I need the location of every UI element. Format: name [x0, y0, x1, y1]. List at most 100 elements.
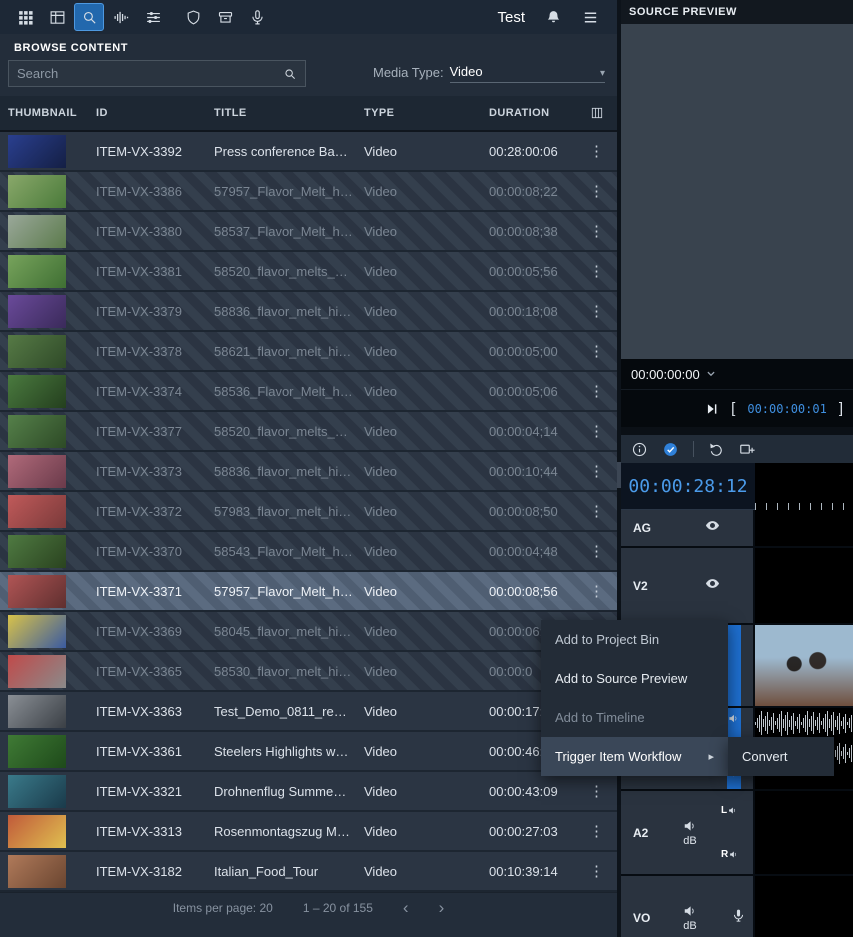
- row-kebab-menu-icon[interactable]: ⋮: [589, 264, 604, 279]
- layout-columns-icon[interactable]: [42, 3, 72, 31]
- table-row[interactable]: ITEM-VX-3370 58543_Flavor_Melt_h… Video …: [0, 532, 617, 572]
- user-label[interactable]: Test: [497, 9, 525, 26]
- db-label: dB: [683, 835, 696, 847]
- search-input[interactable]: [17, 66, 283, 81]
- hamburger-menu-icon[interactable]: [582, 9, 599, 26]
- media-type-label: Media Type:: [373, 65, 444, 83]
- add-clip-icon[interactable]: [739, 441, 756, 458]
- table-row[interactable]: ITEM-VX-3321 Drohnenflug Summe… Video 00…: [0, 772, 617, 812]
- table-row[interactable]: ITEM-VX-3363 Test_Demo_0811_re… Video 00…: [0, 692, 617, 732]
- track-header[interactable]: AG: [621, 510, 755, 546]
- info-icon[interactable]: [631, 441, 648, 458]
- row-kebab-menu-icon[interactable]: ⋮: [589, 184, 604, 199]
- table-row[interactable]: ITEM-VX-3373 58836_flavor_melt_hi… Video…: [0, 452, 617, 492]
- column-header-id[interactable]: ID: [88, 107, 206, 119]
- row-kebab-menu-icon[interactable]: ⋮: [589, 584, 604, 599]
- table-row[interactable]: ITEM-VX-3381 58520_flavor_melts_… Video …: [0, 252, 617, 292]
- cell-type: Video: [356, 144, 481, 159]
- table-row[interactable]: ITEM-VX-3371 57957_Flavor_Melt_h… Video …: [0, 572, 617, 612]
- row-kebab-menu-icon[interactable]: ⋮: [589, 344, 604, 359]
- track-content[interactable]: [755, 625, 853, 706]
- thumbnail: [8, 175, 66, 208]
- timeline-timecode[interactable]: 00:00:28:12: [621, 463, 755, 510]
- microphone-icon[interactable]: [731, 908, 746, 928]
- table-header: THUMBNAIL ID TITLE TYPE DURATION: [0, 96, 617, 132]
- menu-item[interactable]: Add to Project Bin: [541, 620, 728, 659]
- column-header-duration[interactable]: DURATION: [481, 107, 576, 119]
- row-kebab-menu-icon[interactable]: ⋮: [589, 504, 604, 519]
- column-header-thumbnail[interactable]: THUMBNAIL: [0, 107, 88, 119]
- column-header-type[interactable]: TYPE: [356, 107, 481, 119]
- track-content[interactable]: [755, 548, 853, 623]
- row-kebab-menu-icon[interactable]: ⋮: [589, 464, 604, 479]
- selection-strip: [727, 625, 741, 706]
- menu-item[interactable]: Add to Source Preview: [541, 659, 728, 698]
- thumbnail: [8, 575, 66, 608]
- track-content[interactable]: [755, 876, 853, 937]
- source-timecode-row[interactable]: 00:00:00:00: [621, 359, 853, 389]
- table-row[interactable]: ITEM-VX-3379 58836_flavor_melt_hi… Video…: [0, 292, 617, 332]
- notifications-bell-icon[interactable]: [545, 9, 562, 26]
- menu-item[interactable]: Add to Timeline: [541, 698, 728, 737]
- undo-icon[interactable]: [708, 441, 725, 458]
- speaker-icon[interactable]: dB: [683, 819, 697, 847]
- table-row[interactable]: ITEM-VX-3372 57983_flavor_melt_hi… Video…: [0, 492, 617, 532]
- table-row[interactable]: ITEM-VX-3182 Italian_Food_Tour Video 00:…: [0, 852, 617, 892]
- step-forward-icon[interactable]: [705, 402, 719, 416]
- waveform-icon[interactable]: [106, 3, 136, 31]
- thumbnail: [8, 775, 66, 808]
- row-kebab-menu-icon[interactable]: ⋮: [589, 784, 604, 799]
- mark-in-icon[interactable]: [: [731, 400, 735, 417]
- table-row[interactable]: ITEM-VX-3386 57957_Flavor_Melt_h… Video …: [0, 172, 617, 212]
- menu-item[interactable]: Trigger Item Workflow▸: [541, 737, 728, 776]
- table-row[interactable]: ITEM-VX-3365 58530_flavor_melt_hi… Video…: [0, 652, 617, 692]
- table-row[interactable]: ITEM-VX-3361 Steelers Highlights w… Vide…: [0, 732, 617, 772]
- media-type-select[interactable]: Video ▾: [450, 64, 605, 83]
- row-kebab-menu-icon[interactable]: ⋮: [589, 384, 604, 399]
- microphone-icon[interactable]: [242, 3, 272, 31]
- row-kebab-menu-icon[interactable]: ⋮: [589, 544, 604, 559]
- submenu-item[interactable]: Convert: [728, 737, 834, 776]
- column-picker-icon[interactable]: [576, 106, 617, 120]
- items-per-page[interactable]: Items per page: 20: [173, 901, 273, 915]
- track-header[interactable]: VOdB: [621, 876, 755, 937]
- table-row[interactable]: ITEM-VX-3378 58621_flavor_melt_hi… Video…: [0, 332, 617, 372]
- eye-icon[interactable]: [705, 518, 720, 538]
- top-toolbar: Test: [0, 0, 617, 34]
- track-header[interactable]: A2dBLR: [621, 791, 755, 874]
- cell-type: Video: [356, 704, 481, 719]
- search-input-icon[interactable]: [283, 67, 297, 81]
- row-kebab-menu-icon[interactable]: ⋮: [589, 224, 604, 239]
- track-header[interactable]: V2: [621, 548, 755, 623]
- cell-title: 58537_Flavor_Melt_h…: [206, 224, 356, 239]
- search-icon[interactable]: [74, 3, 104, 31]
- source-preview-video[interactable]: [621, 24, 853, 359]
- video-clip[interactable]: [755, 625, 853, 706]
- row-kebab-menu-icon[interactable]: ⋮: [589, 424, 604, 439]
- eye-icon[interactable]: [705, 576, 720, 596]
- cell-type: Video: [356, 824, 481, 839]
- previous-page-icon[interactable]: ‹: [403, 898, 409, 918]
- timeline-ruler[interactable]: [755, 463, 853, 510]
- track-content[interactable]: [755, 510, 853, 546]
- table-row[interactable]: ITEM-VX-3369 58045_flavor_melt_hi… Video…: [0, 612, 617, 652]
- speaker-icon[interactable]: dB: [683, 904, 697, 932]
- row-kebab-menu-icon[interactable]: ⋮: [589, 824, 604, 839]
- table-row[interactable]: ITEM-VX-3313 Rosenmontagszug M… Video 00…: [0, 812, 617, 852]
- row-kebab-menu-icon[interactable]: ⋮: [589, 144, 604, 159]
- filter-sliders-icon[interactable]: [138, 3, 168, 31]
- table-row[interactable]: ITEM-VX-3374 58536_Flavor_Melt_h… Video …: [0, 372, 617, 412]
- table-row[interactable]: ITEM-VX-3377 58520_flavor_melts_… Video …: [0, 412, 617, 452]
- row-kebab-menu-icon[interactable]: ⋮: [589, 864, 604, 879]
- table-row[interactable]: ITEM-VX-3380 58537_Flavor_Melt_h… Video …: [0, 212, 617, 252]
- archive-icon[interactable]: [210, 3, 240, 31]
- table-row[interactable]: ITEM-VX-3392 Press conference Ba… Video …: [0, 132, 617, 172]
- row-kebab-menu-icon[interactable]: ⋮: [589, 304, 604, 319]
- track-content[interactable]: [755, 791, 853, 874]
- mark-out-icon[interactable]: ]: [839, 400, 843, 417]
- next-page-icon[interactable]: ›: [439, 898, 445, 918]
- check-circle-icon[interactable]: [662, 441, 679, 458]
- shield-icon[interactable]: [178, 3, 208, 31]
- column-header-title[interactable]: TITLE: [206, 107, 356, 119]
- apps-grid-icon[interactable]: [10, 3, 40, 31]
